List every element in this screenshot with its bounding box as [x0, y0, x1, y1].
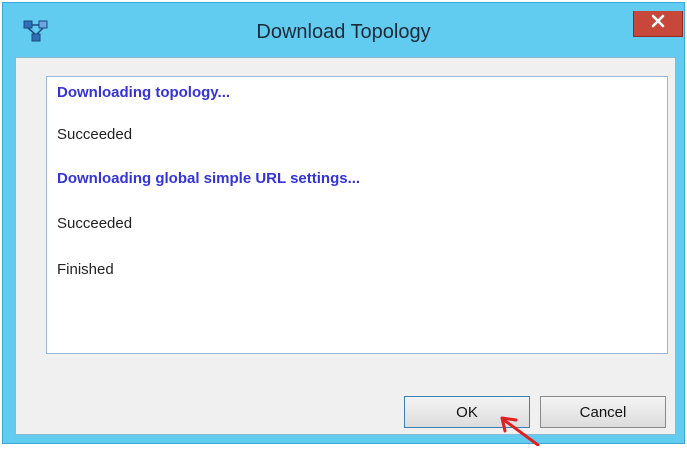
red-arrow-icon	[494, 412, 544, 447]
close-button[interactable]	[633, 11, 683, 37]
window-title: Download Topology	[256, 21, 431, 43]
dialog-content: Downloading topology... Succeeded Downlo…	[15, 57, 676, 435]
log-line: Succeeded	[57, 126, 133, 143]
title-bar[interactable]: Download Topology	[3, 3, 684, 57]
log-line: Downloading global simple URL settings..…	[57, 170, 361, 187]
download-topology-dialog: Download Topology Downloading topology..…	[2, 2, 685, 444]
log-output-panel[interactable]: Downloading topology... Succeeded Downlo…	[46, 76, 668, 354]
close-icon	[651, 14, 665, 33]
log-line: Finished	[57, 261, 114, 278]
log-line: Downloading topology...	[57, 84, 231, 101]
log-line: Succeeded	[57, 215, 133, 232]
cancel-button[interactable]: Cancel	[540, 396, 666, 428]
